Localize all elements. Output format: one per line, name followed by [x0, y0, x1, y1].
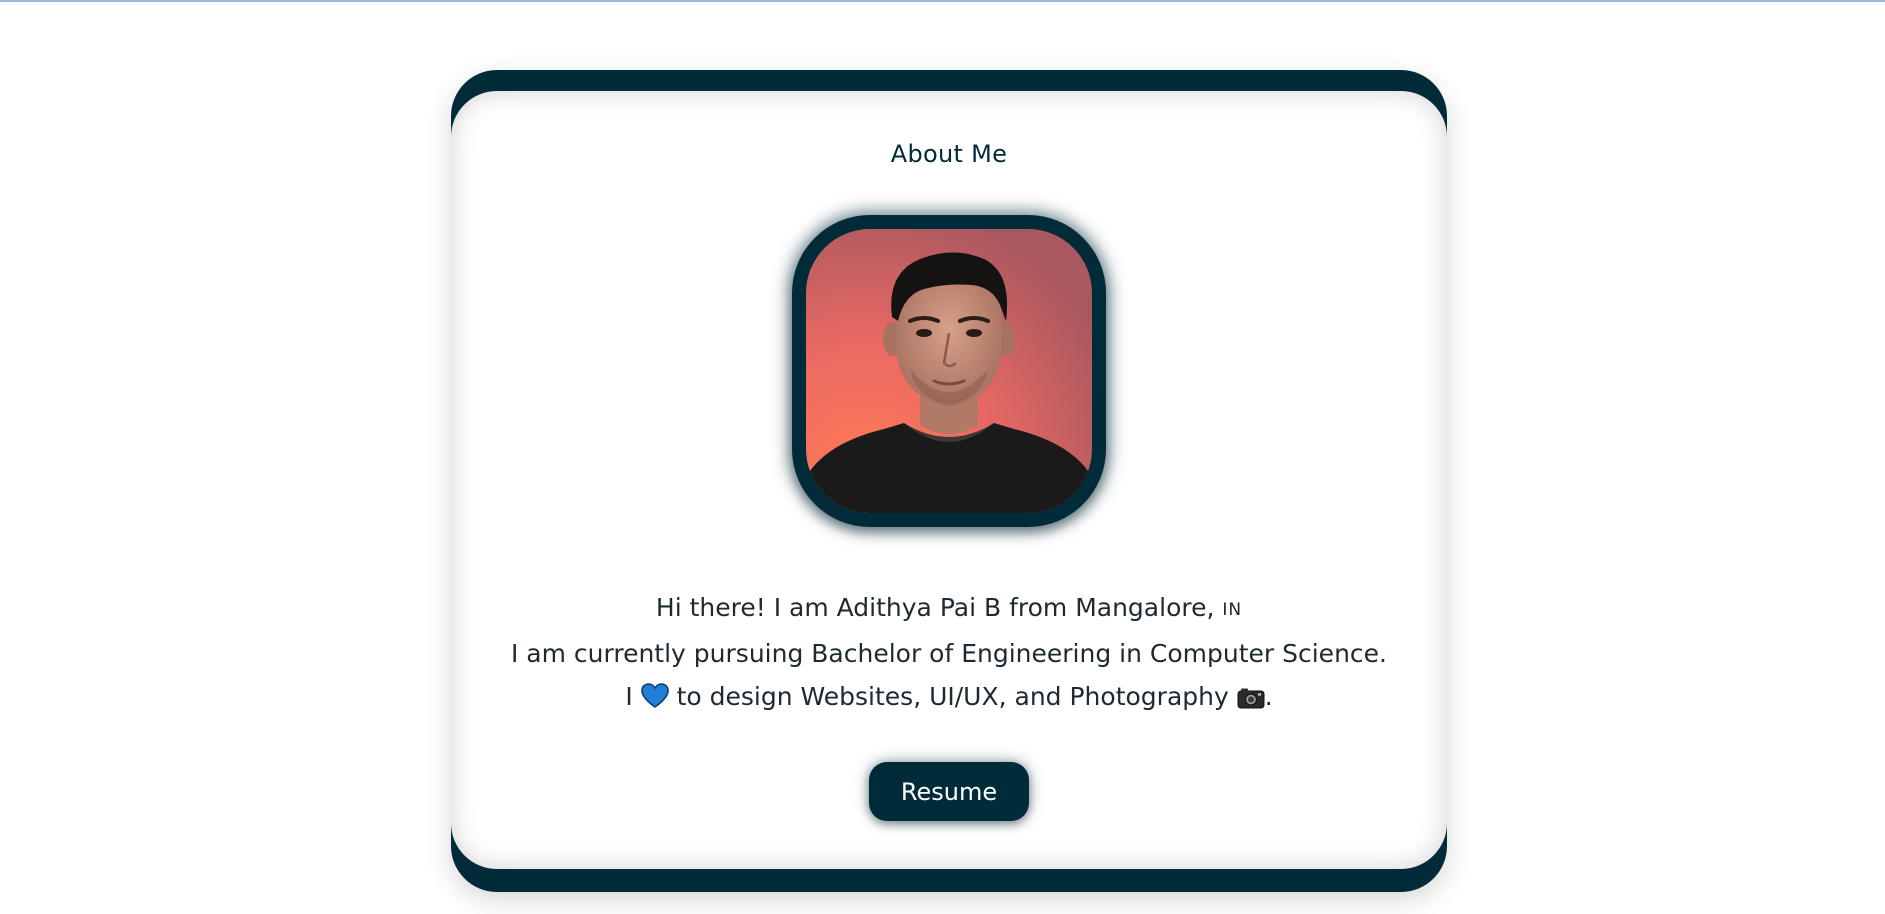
bio-intro-text: Hi there! I am Adithya Pai B from Mangal…	[655, 593, 1223, 622]
bio-interests-text: to design Websites, UI/UX, and Photograp…	[668, 682, 1237, 711]
blue-heart-icon	[640, 679, 669, 722]
bio-line-study: I am currently pursuing Bachelor of Engi…	[510, 639, 1387, 668]
camera-icon	[1237, 679, 1265, 722]
profile-photo	[806, 229, 1092, 513]
portrait-illustration	[806, 229, 1092, 513]
bio-text: Hi there! I am Adithya Pai B from Mangal…	[451, 586, 1447, 722]
bio-interests-prefix: I	[625, 682, 641, 711]
country-flag-label: IN	[1222, 600, 1243, 620]
profile-photo-frame	[792, 215, 1106, 527]
section-title: About Me	[890, 140, 1008, 168]
resume-button[interactable]: Resume	[869, 762, 1029, 821]
bio-line-interests: I to design Websites, UI/UX, and Photogr…	[451, 675, 1447, 722]
bio-line-intro: Hi there! I am Adithya Pai B from Mangal…	[451, 586, 1447, 632]
top-border-line	[0, 0, 1885, 2]
bio-interests-suffix: .	[1264, 682, 1273, 711]
